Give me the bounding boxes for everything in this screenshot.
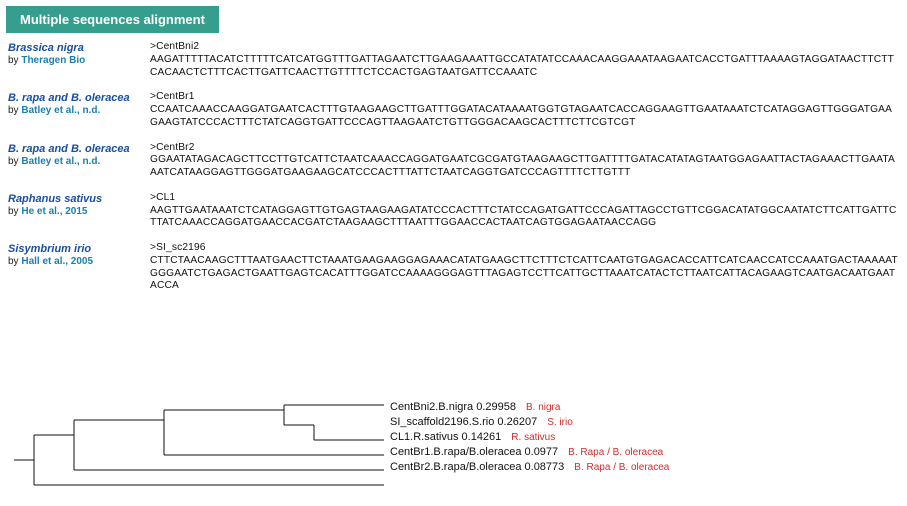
- sequence-meta: B. rapa and B. oleracea by Batley et al.…: [8, 91, 150, 117]
- sequence-row: Sisymbrium irio by Hall et al., 2005 >SI…: [0, 238, 907, 301]
- sequence-text: AAGATTTTTACATCTTTTTCATCATGGTTTGATTAGAATC…: [150, 54, 899, 80]
- sequence-id: >SI_sc2196: [150, 242, 899, 255]
- sequence-id: >CL1: [150, 192, 899, 205]
- by-word: by: [8, 256, 21, 267]
- species-name: B. rapa and B. oleracea: [8, 143, 150, 156]
- tree-labels: CentBni2.B.nigra 0.29958 B. nigra SI_scaf…: [390, 400, 669, 475]
- by-word: by: [8, 206, 21, 217]
- by-word: by: [8, 55, 21, 66]
- sequence-text: GGAATATAGACAGCTTCCTTGTCATTCTAATCAAACCAGG…: [150, 154, 899, 180]
- sequence-meta: B. rapa and B. oleracea by Batley et al.…: [8, 142, 150, 168]
- sequence-body: >CentBni2 AAGATTTTTACATCTTTTTCATCATGGTTT…: [150, 41, 899, 79]
- sequence-body: >SI_sc2196 CTTCTAACAAGCTTTAATGAACTTCTAAA…: [150, 242, 899, 293]
- tree-species-annot: B. Rapa / B. oleracea: [574, 462, 669, 473]
- sequence-text: CCAATCAAACCAAGGATGAATCACTTTGTAAGAAGCTTGA…: [150, 104, 899, 130]
- author-link[interactable]: Batley et al., n.d.: [21, 156, 100, 167]
- sequence-byline: by Theragen Bio: [8, 55, 150, 67]
- species-name: Brassica nigra: [8, 42, 150, 55]
- tree-species-annot: B. nigra: [526, 402, 560, 413]
- sequence-id: >CentBr2: [150, 142, 899, 155]
- tree-entry: CentBni2.B.nigra 0.29958 B. nigra: [390, 400, 669, 415]
- sequence-row: Brassica nigra by Theragen Bio >CentBni2…: [0, 37, 907, 87]
- tree-label: CentBr2.B.rapa/B.oleracea 0.08773: [390, 461, 564, 473]
- sequence-row: B. rapa and B. oleracea by Batley et al.…: [0, 138, 907, 188]
- sequence-byline: by He et al., 2015: [8, 206, 150, 218]
- section-title-badge: Multiple sequences alignment: [6, 6, 219, 33]
- sequence-meta: Sisymbrium irio by Hall et al., 2005: [8, 242, 150, 268]
- tree-entry: CL1.R.sativus 0.14261 R. sativus: [390, 430, 669, 445]
- sequence-row: Raphanus sativus by He et al., 2015 >CL1…: [0, 188, 907, 238]
- sequence-id: >CentBni2: [150, 41, 899, 54]
- sequence-body: >CL1 AAGTTGAATAAATCTCATAGGAGTTGTGAGTAAGA…: [150, 192, 899, 230]
- author-link[interactable]: He et al., 2015: [21, 206, 87, 217]
- author-link[interactable]: Theragen Bio: [21, 55, 85, 66]
- tree-label: CL1.R.sativus 0.14261: [390, 431, 501, 443]
- sequence-byline: by Batley et al., n.d.: [8, 156, 150, 168]
- tree-svg: [14, 400, 390, 490]
- tree-species-annot: R. sativus: [511, 432, 555, 443]
- sequence-row: B. rapa and B. oleracea by Batley et al.…: [0, 87, 907, 137]
- species-name: Sisymbrium irio: [8, 243, 150, 256]
- by-word: by: [8, 156, 21, 167]
- author-link[interactable]: Hall et al., 2005: [21, 256, 93, 267]
- tree-species-annot: B. Rapa / B. oleracea: [568, 447, 663, 458]
- tree-entry: CentBr2.B.rapa/B.oleracea 0.08773 B. Rapa…: [390, 460, 669, 475]
- tree-species-annot: S. irio: [547, 417, 573, 428]
- sequence-byline: by Hall et al., 2005: [8, 256, 150, 268]
- tree-label: SI_scaffold2196.S.rio 0.26207: [390, 416, 537, 428]
- by-word: by: [8, 105, 21, 116]
- sequence-meta: Brassica nigra by Theragen Bio: [8, 41, 150, 67]
- tree-entry: CentBr1.B.rapa/B.oleracea 0.0977 B. Rapa …: [390, 445, 669, 460]
- sequence-meta: Raphanus sativus by He et al., 2015: [8, 192, 150, 218]
- species-name: Raphanus sativus: [8, 193, 150, 206]
- sequence-body: >CentBr1 CCAATCAAACCAAGGATGAATCACTTTGTAA…: [150, 91, 899, 129]
- sequence-body: >CentBr2 GGAATATAGACAGCTTCCTTGTCATTCTAAT…: [150, 142, 899, 180]
- author-link[interactable]: Batley et al., n.d.: [21, 105, 100, 116]
- tree-entry: SI_scaffold2196.S.rio 0.26207 S. irio: [390, 415, 669, 430]
- sequence-text: AAGTTGAATAAATCTCATAGGAGTTGTGAGTAAGAAGATA…: [150, 205, 899, 231]
- tree-label: CentBr1.B.rapa/B.oleracea 0.0977: [390, 446, 558, 458]
- phylogenetic-tree: CentBni2.B.nigra 0.29958 B. nigra SI_scaf…: [0, 386, 907, 496]
- sequence-id: >CentBr1: [150, 91, 899, 104]
- sequence-text: CTTCTAACAAGCTTTAATGAACTTCTAAATGAAGAAGGAG…: [150, 255, 899, 293]
- sequence-byline: by Batley et al., n.d.: [8, 105, 150, 117]
- species-name: B. rapa and B. oleracea: [8, 92, 150, 105]
- tree-label: CentBni2.B.nigra 0.29958: [390, 401, 516, 413]
